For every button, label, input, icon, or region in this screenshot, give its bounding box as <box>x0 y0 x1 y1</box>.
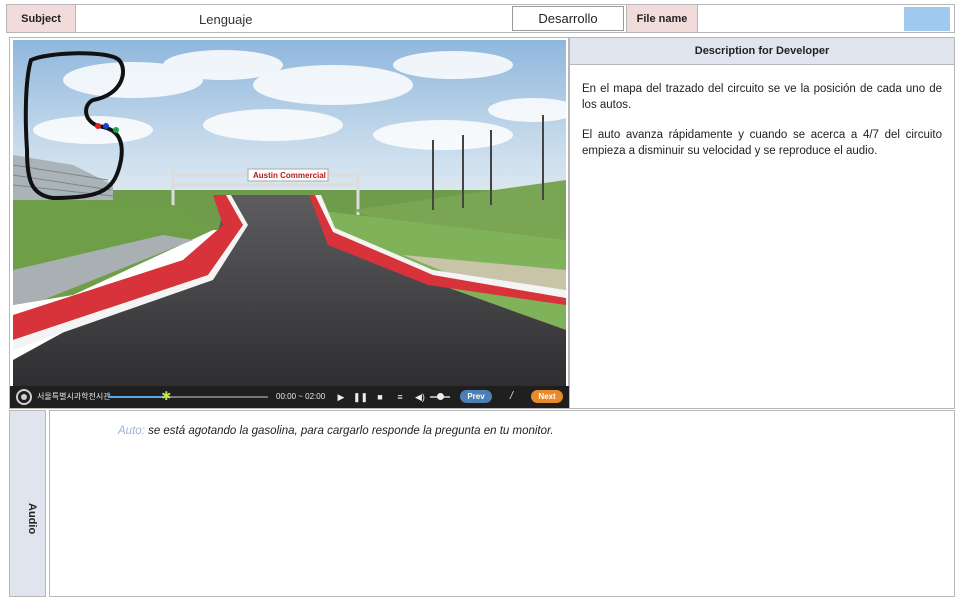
scene-banner-text: Austin Commercial <box>253 171 326 180</box>
play-icon[interactable]: ▶ <box>334 390 348 404</box>
player-divider: / <box>510 390 514 402</box>
next-button[interactable]: Next <box>531 390 563 403</box>
stop-icon[interactable]: ■ <box>373 390 387 404</box>
audio-text: se está agotando la gasolina, para carga… <box>148 425 554 437</box>
race-track-image: Austin Commercial <box>13 40 566 388</box>
subject-label: Subject <box>6 4 76 33</box>
audio-side-panel: Audio <box>9 410 46 597</box>
prev-button[interactable]: Prev <box>460 390 492 403</box>
progress-fill <box>108 396 168 398</box>
subject-value: Lenguaje <box>199 12 253 27</box>
stage-box: Desarrollo <box>512 6 624 31</box>
description-paragraph: En el mapa del trazado del circuito se v… <box>582 83 942 111</box>
race-track-scene: Austin Commercial <box>13 40 566 388</box>
volume-icon[interactable]: ◀) <box>415 390 425 404</box>
description-panel: Description for Developer En el mapa del… <box>569 37 955 409</box>
progress-bar[interactable]: ✱ <box>108 390 268 402</box>
audio-script-panel: Auto: se está agotando la gasolina, para… <box>49 410 955 597</box>
screen-panel: Austin Commercial 서울특별시과학전시관 ✱ 00:00 ~ 0… <box>9 37 570 409</box>
car-marker-red <box>95 123 101 129</box>
description-body: En el mapa del trazado del circuito se v… <box>570 65 954 159</box>
audio-line: Auto: se está agotando la gasolina, para… <box>118 425 554 437</box>
description-header: Description for Developer <box>570 38 954 65</box>
player-time: 00:00 ~ 02:00 <box>276 392 326 401</box>
list-icon[interactable]: ≡ <box>393 390 407 404</box>
audio-speaker: Auto: <box>118 425 145 437</box>
media-player-bar: 서울특별시과학전시관 ✱ 00:00 ~ 02:00 ▶ ❚❚ ■ ≡ ◀) P… <box>10 386 570 408</box>
logo-icon <box>16 389 32 405</box>
progress-handle-icon[interactable]: ✱ <box>161 390 173 402</box>
description-paragraph: El auto avanza rápidamente y cuando se a… <box>582 129 942 157</box>
player-org-name: 서울특별시과학전시관 <box>37 392 111 401</box>
filename-label: File name <box>626 4 698 33</box>
car-marker-blue <box>103 123 109 129</box>
volume-handle[interactable] <box>437 393 444 400</box>
filename-color-swatch <box>904 7 950 31</box>
car-marker-green <box>113 127 119 133</box>
audio-label: Audio <box>26 503 38 535</box>
pause-icon[interactable]: ❚❚ <box>353 390 368 404</box>
